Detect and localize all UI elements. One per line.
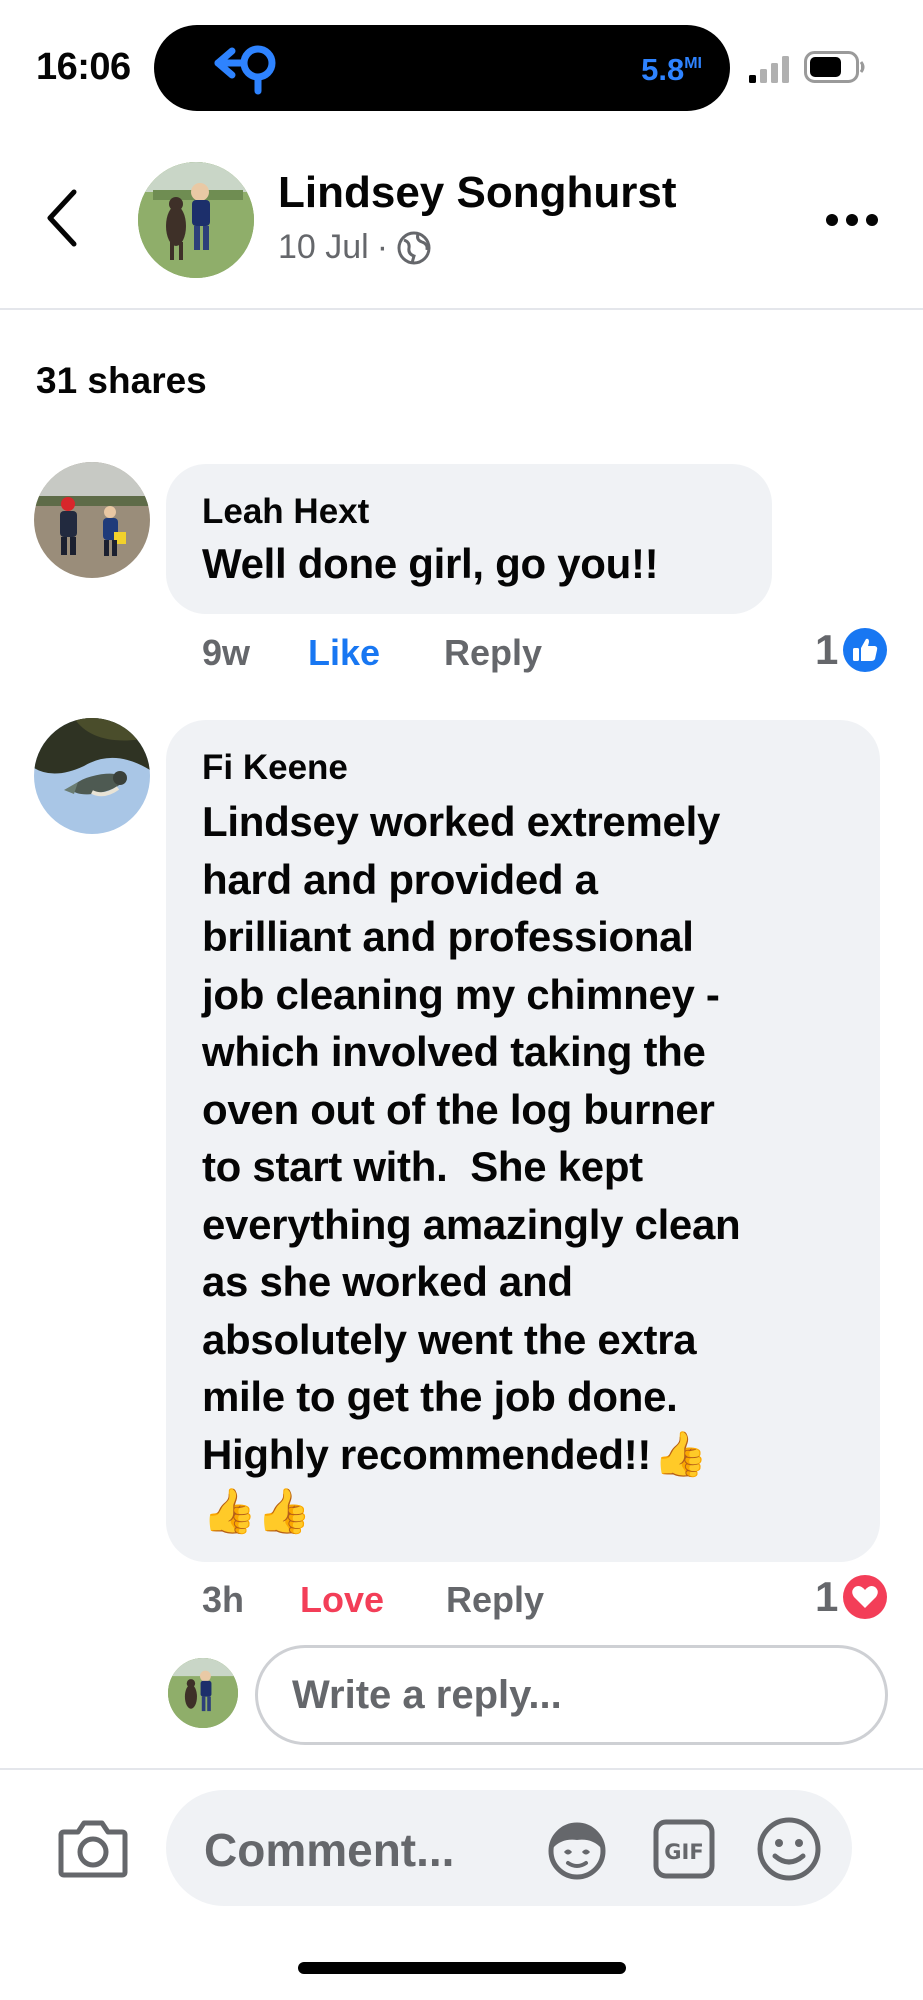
reply-button[interactable]: Reply [446, 1579, 544, 1621]
reply-button[interactable]: Reply [444, 632, 542, 674]
signal-icon [749, 56, 789, 83]
commenter-avatar[interactable] [34, 718, 150, 834]
like-button[interactable]: Like [308, 632, 444, 674]
commenter-name[interactable]: Fi Keene [202, 748, 348, 788]
battery-icon [804, 51, 865, 83]
comment-line: job cleaning my chimney - [202, 970, 720, 1018]
avatar-photo [138, 162, 254, 278]
comment-actions: 3h Love Reply [202, 1579, 544, 1621]
reaction-summary[interactable]: 1 [815, 626, 888, 674]
love-button[interactable]: Love [300, 1579, 446, 1621]
comment-line: oven out of the log burner [202, 1085, 715, 1133]
network-speed-value: 5.8 [641, 52, 685, 87]
post-meta: 10 Jul · [278, 228, 432, 267]
network-speed: 5.8MI [641, 52, 702, 88]
commenter-name[interactable]: Leah Hext [202, 492, 369, 532]
network-speed-unit: MI [684, 55, 702, 72]
emoji-icon[interactable] [756, 1816, 822, 1882]
comment-line: 👍👍 [202, 1483, 862, 1541]
post-header: Lindsey Songhurst 10 Jul · [0, 120, 923, 310]
comment-actions: 9w Like Reply [202, 632, 542, 674]
current-user-avatar [168, 1658, 238, 1728]
reaction-count: 1 [815, 1573, 839, 1620]
reply-input[interactable]: Write a reply... [255, 1645, 888, 1745]
reaction-summary[interactable]: 1 [815, 1573, 888, 1621]
thumbs-up-emoji: 👍 [653, 1428, 708, 1480]
author-avatar[interactable] [138, 162, 254, 278]
gif-icon[interactable]: GIF [652, 1818, 716, 1880]
post-author-name[interactable]: Lindsey Songhurst [278, 168, 676, 218]
avatar-sticker-icon[interactable] [544, 1816, 610, 1882]
comment-line: hard and provided a [202, 855, 598, 903]
comment-line: everything amazingly clean [202, 1200, 741, 1248]
comment-input[interactable]: Comment... GIF [166, 1790, 852, 1906]
camera-icon[interactable] [58, 1818, 128, 1878]
like-reaction-icon [843, 628, 888, 672]
love-reaction-icon [843, 1575, 888, 1619]
meta-separator: · [376, 228, 389, 266]
share-count[interactable]: 31 shares [36, 360, 207, 402]
status-time: 16:06 [36, 46, 131, 88]
comment-line: as she worked and [202, 1258, 573, 1305]
thumbs-up-emoji: 👍👍 [202, 1486, 311, 1537]
globe-icon [397, 231, 431, 264]
comment-line: mile to get the job done. [202, 1373, 678, 1420]
post-date[interactable]: 10 Jul [278, 228, 369, 267]
comment-text: Lindsey worked extremely hard and provid… [202, 793, 862, 1541]
comment-line: brilliant and professional [202, 913, 694, 960]
more-options-icon[interactable] [824, 212, 880, 228]
dynamic-island: 5.8MI [154, 25, 730, 111]
vpn-key-icon [214, 45, 276, 95]
comment-line: to start with. She kept [202, 1143, 643, 1190]
avatar-photo [34, 462, 150, 578]
commenter-avatar[interactable] [34, 462, 150, 578]
avatar-photo [34, 718, 150, 834]
comment-placeholder: Comment... [204, 1824, 455, 1876]
status-bar: 16:06 5.8MI [0, 0, 923, 120]
back-chevron-icon[interactable] [42, 188, 82, 248]
home-indicator [298, 1962, 626, 1974]
avatar-photo [168, 1658, 238, 1728]
comment-line: which involved taking the [202, 1028, 706, 1075]
comment-line: Highly recommended!! 👍 [202, 1426, 862, 1484]
comment-line-text: Highly recommended!! [202, 1430, 652, 1478]
comment-time: 9w [202, 632, 251, 673]
comment-text: Well done girl, go you!! [202, 540, 659, 587]
comment-line: absolutely went the extra [202, 1315, 697, 1363]
svg-text:GIF: GIF [664, 1840, 703, 1864]
reaction-count: 1 [815, 626, 839, 673]
comment-line: Lindsey worked extremely [202, 798, 721, 845]
comment-time: 3h [202, 1579, 245, 1620]
